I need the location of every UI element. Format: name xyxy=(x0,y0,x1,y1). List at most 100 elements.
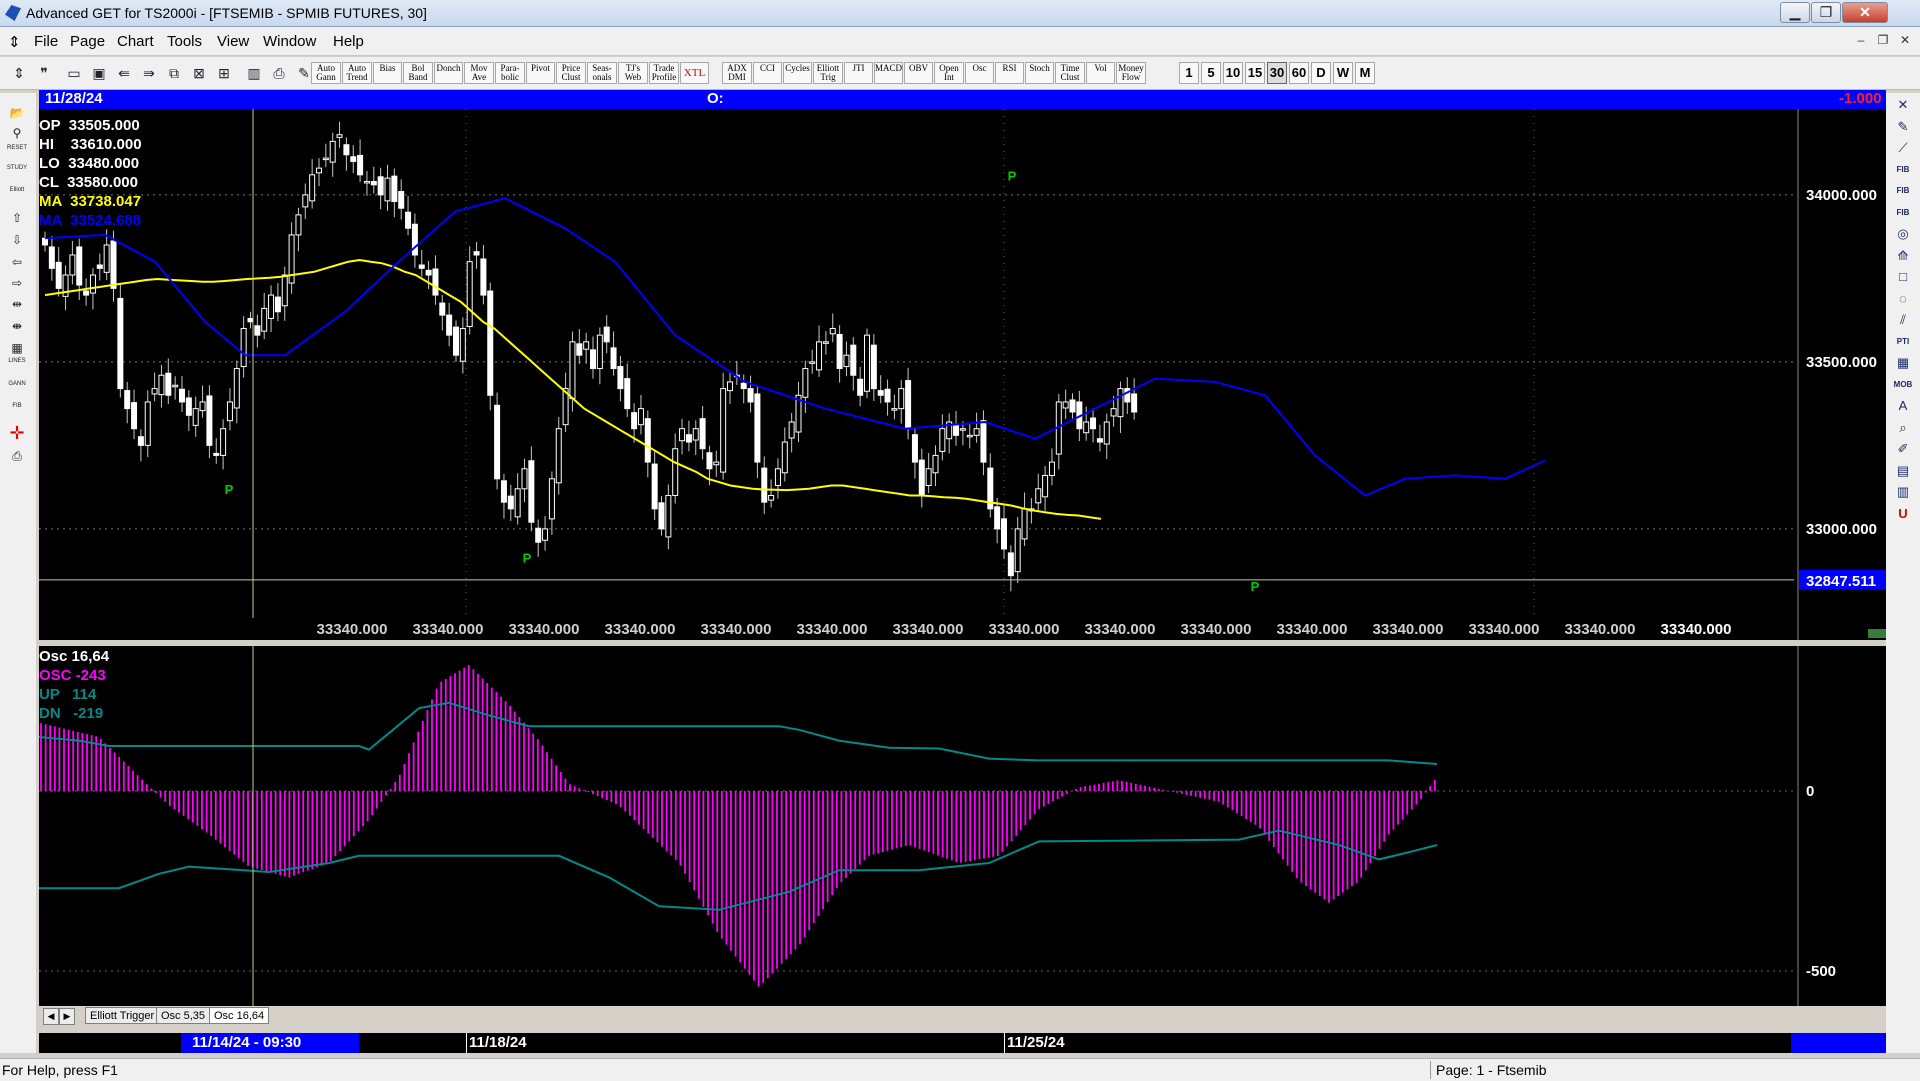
study-button-0[interactable]: Auto Gann xyxy=(311,62,341,84)
study-icon[interactable]: STUDY xyxy=(4,165,30,185)
menu-help[interactable]: Help xyxy=(333,33,364,50)
mdi-restore-button[interactable]: ❐ xyxy=(1874,33,1892,49)
oscillator-chart[interactable]: 0 -500 xyxy=(39,646,1886,1006)
arrow-left-icon[interactable]: ⇦ xyxy=(4,252,30,272)
study-button-9[interactable]: Seas-onals xyxy=(587,62,617,84)
mdi-minimize-button[interactable]: ‒ xyxy=(1852,33,1870,49)
scale-icon[interactable] xyxy=(1868,629,1886,638)
tab-scroll-right[interactable]: ▶ xyxy=(59,1008,75,1025)
toolbar-icon-7[interactable]: ⊠ xyxy=(188,62,210,84)
arrow-down-icon[interactable]: ⇩ xyxy=(4,230,30,250)
menu-chart[interactable]: Chart xyxy=(117,33,154,50)
study-button-19[interactable]: OBV xyxy=(904,62,933,84)
study-button-17[interactable]: JTI xyxy=(844,62,873,84)
zoom-icon[interactable]: ⌕ xyxy=(1891,418,1915,438)
study-button-13[interactable]: ADX DMI xyxy=(722,62,752,84)
close-x-icon[interactable]: ✕ xyxy=(1891,95,1915,115)
spiral-icon[interactable]: ◎ xyxy=(1891,224,1915,244)
u-icon[interactable]: U xyxy=(1891,504,1915,524)
study-button-24[interactable]: Time Clust xyxy=(1055,62,1085,84)
window-restore-button[interactable]: ❐ xyxy=(1811,2,1841,23)
elliott-icon[interactable]: Elliott xyxy=(4,187,30,207)
study-button-16[interactable]: Elliott Trig xyxy=(813,62,843,84)
menu-window[interactable]: Window xyxy=(263,33,316,50)
tab-osc-5-35[interactable]: Osc 5,35 xyxy=(156,1007,211,1024)
toolbar-icon-9[interactable]: ▥ xyxy=(243,62,265,84)
study-button-5[interactable]: Mov Ave xyxy=(464,62,494,84)
mdi-close-button[interactable]: ✕ xyxy=(1896,33,1914,49)
toolbar-icon-3[interactable]: ▣ xyxy=(88,62,110,84)
interval-button-30[interactable]: 30 xyxy=(1267,62,1287,84)
lines-icon[interactable]: LINES xyxy=(4,358,30,378)
menu-view[interactable]: View xyxy=(217,33,249,50)
study-button-26[interactable]: Money Flow xyxy=(1116,62,1146,84)
study-button-12[interactable]: XTL xyxy=(680,62,709,84)
arrow-right-icon[interactable]: ⇨ xyxy=(4,273,30,293)
study-button-4[interactable]: Donch xyxy=(434,62,463,84)
study-button-1[interactable]: Auto Trend xyxy=(342,62,372,84)
fib-ext-icon[interactable]: FIB xyxy=(1891,181,1915,201)
study-button-14[interactable]: CCI xyxy=(753,62,782,84)
interval-button-D[interactable]: D xyxy=(1311,62,1331,84)
gann-icon[interactable]: GANN xyxy=(4,381,30,401)
study-button-20[interactable]: Open Int xyxy=(934,62,964,84)
interval-button-M[interactable]: M xyxy=(1355,62,1375,84)
mob-icon[interactable]: MOB xyxy=(1891,375,1915,395)
toolbar-icon-1[interactable]: ❞ xyxy=(33,62,55,84)
toolbar-icon-4[interactable]: ⇚ xyxy=(113,62,135,84)
crosshair-icon[interactable]: ✛ xyxy=(4,423,30,443)
fib-icon[interactable]: FIB xyxy=(4,403,30,423)
toolbar-icon-5[interactable]: ⇛ xyxy=(138,62,160,84)
grid2-icon[interactable]: ▦ xyxy=(1891,353,1915,373)
study-button-10[interactable]: TJ's Web xyxy=(618,62,648,84)
study-button-2[interactable]: Bias xyxy=(373,62,402,84)
box-icon[interactable]: □ xyxy=(1891,267,1915,287)
folder-icon[interactable]: 📂 xyxy=(4,103,30,123)
ellipse-icon[interactable]: ◌ xyxy=(1891,289,1915,309)
table2-icon[interactable]: ▥ xyxy=(1891,482,1915,502)
interval-button-5[interactable]: 5 xyxy=(1201,62,1221,84)
tab-elliott-trigger[interactable]: Elliott Trigger xyxy=(85,1007,160,1024)
toolbar-icon-8[interactable]: ⊞ xyxy=(213,62,235,84)
tab-scroll-left[interactable]: ◀ xyxy=(43,1008,59,1025)
print-icon[interactable]: ⎙ xyxy=(4,446,30,466)
study-button-6[interactable]: Para-bolic xyxy=(495,62,525,84)
window-minimize-button[interactable]: ▁ xyxy=(1780,2,1810,23)
channel-icon[interactable]: ⫽ xyxy=(1891,310,1915,330)
expand-icon[interactable]: ⇼ xyxy=(4,316,30,336)
pencil-icon[interactable]: ✎ xyxy=(1891,117,1915,137)
study-button-3[interactable]: Bol Band xyxy=(403,62,433,84)
reset-icon[interactable]: RESET xyxy=(4,145,30,165)
pti-icon[interactable]: PTI xyxy=(1891,332,1915,352)
interval-button-1[interactable]: 1 xyxy=(1179,62,1199,84)
compress-icon[interactable]: ⇹ xyxy=(4,294,30,314)
study-button-21[interactable]: Osc xyxy=(965,62,994,84)
oscillator-pane[interactable]: 0 -500 Osc 16,64 OSC -243 UP 114 DN -219 xyxy=(39,646,1886,1006)
menu-page[interactable]: Page xyxy=(70,33,105,50)
fib-ret-icon[interactable]: FIB xyxy=(1891,160,1915,180)
price-chart[interactable]: 34000.000 33500.000 33000.000 32847.511 P P P P… xyxy=(39,109,1886,640)
trendline-icon[interactable]: ⟋ xyxy=(1891,138,1915,158)
study-button-7[interactable]: Pivot xyxy=(526,62,555,84)
table-icon[interactable]: ▤ xyxy=(1891,461,1915,481)
tab-osc-16-64[interactable]: Osc 16,64 xyxy=(209,1007,270,1024)
study-button-25[interactable]: Vol xyxy=(1086,62,1115,84)
study-button-8[interactable]: Price Clust xyxy=(556,62,586,84)
fib-time-icon[interactable]: FIB xyxy=(1891,203,1915,223)
study-button-15[interactable]: Cycles xyxy=(783,62,812,84)
toolbar-icon-0[interactable]: ⇕ xyxy=(8,62,30,84)
arrow-up-icon[interactable]: ⇧ xyxy=(4,208,30,228)
menu-tools[interactable]: Tools xyxy=(167,33,202,50)
toolbar-icon-6[interactable]: ⧉ xyxy=(163,62,185,84)
binoculars-icon[interactable]: ⚲ xyxy=(4,123,30,143)
interval-button-10[interactable]: 10 xyxy=(1223,62,1243,84)
toolbar-icon-10[interactable]: ⎙ xyxy=(268,62,290,84)
menu-file[interactable]: File xyxy=(34,33,58,50)
study-button-18[interactable]: MACD xyxy=(874,62,903,84)
toolbar-icon-2[interactable]: ▭ xyxy=(63,62,85,84)
price-chart-pane[interactable]: 34000.000 33500.000 33000.000 32847.511 P P P P… xyxy=(39,109,1886,640)
paint-icon[interactable]: ✐ xyxy=(1891,439,1915,459)
study-button-22[interactable]: RSI xyxy=(995,62,1024,84)
window-close-button[interactable]: ✕ xyxy=(1842,2,1888,23)
interval-button-60[interactable]: 60 xyxy=(1289,62,1309,84)
